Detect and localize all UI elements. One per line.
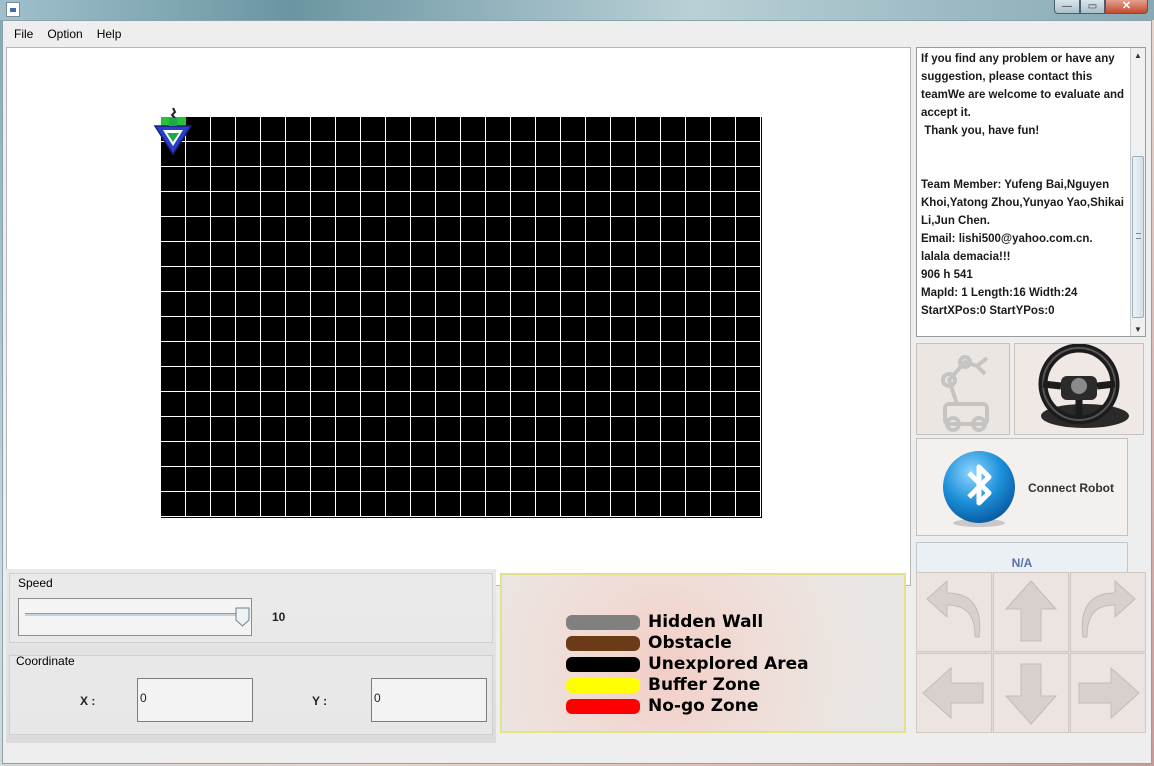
info-text: If you find any problem or have any sugg…	[921, 53, 1125, 317]
steering-wheel-icon	[1038, 343, 1129, 428]
robot-arm-button[interactable]	[916, 343, 1010, 435]
speed-slider-track	[25, 613, 241, 616]
turn-right-button[interactable]	[1070, 572, 1146, 652]
legend-item-hidden-wall	[566, 615, 640, 630]
left-button[interactable]	[916, 653, 992, 733]
robot-arm-icon	[941, 355, 989, 432]
speed-slider-thumb[interactable]	[235, 607, 250, 627]
legend-label: Buffer Zone	[648, 675, 761, 695]
coordinate-title: Coordinate	[16, 654, 75, 668]
legend-item-buffer-zone	[566, 678, 640, 693]
legend-label: No-go Zone	[648, 696, 759, 716]
java-app-icon	[6, 2, 20, 17]
minimize-button[interactable]: —	[1054, 0, 1080, 14]
steering-wheel-button[interactable]	[1014, 343, 1144, 435]
close-button[interactable]: ✕	[1105, 0, 1148, 14]
legend-label: Obstacle	[648, 633, 732, 653]
app-window: File Option Help If you find any problem…	[2, 20, 1152, 764]
legend-item-unexplored-area	[566, 657, 640, 672]
info-scrollbar[interactable]: ▲ ▼	[1130, 48, 1145, 336]
legend-swatch	[566, 615, 640, 630]
backward-button[interactable]	[993, 653, 1069, 733]
scroll-up-icon[interactable]: ▲	[1131, 48, 1145, 62]
legend-label: Hidden Wall	[648, 612, 764, 632]
legend-swatch	[566, 657, 640, 672]
legend-swatch	[566, 699, 640, 714]
x-coordinate-field[interactable]: 0	[137, 678, 253, 722]
speed-title: Speed	[18, 576, 53, 590]
legend-swatch	[566, 636, 640, 651]
y-coordinate-field[interactable]: 0	[371, 678, 487, 722]
speed-panel: Speed 10	[9, 573, 493, 643]
map-legend: Hidden Wall Obstacle Unexplored Area Buf…	[500, 573, 906, 733]
turn-right-arrow-icon	[1081, 579, 1136, 638]
bluetooth-icon	[943, 451, 1015, 527]
legend-item-obstacle	[566, 636, 640, 651]
connect-robot-button[interactable]: Connect Robot	[916, 438, 1128, 536]
legend-swatch	[566, 678, 640, 693]
speed-value: 10	[272, 610, 286, 624]
legend-label: Unexplored Area	[648, 654, 809, 674]
menu-option[interactable]: Option	[40, 27, 89, 41]
robot-icon	[153, 107, 193, 156]
down-arrow-icon	[1004, 663, 1058, 725]
menu-file[interactable]: File	[7, 27, 40, 41]
menu-bar: File Option Help	[3, 21, 1151, 46]
title-bar: — ▭ ✕	[0, 0, 1154, 20]
right-arrow-icon	[1078, 666, 1140, 720]
right-button[interactable]	[1070, 653, 1146, 733]
direction-pad	[916, 572, 1146, 733]
map-panel[interactable]	[6, 47, 911, 586]
maximize-button[interactable]: ▭	[1080, 0, 1105, 14]
window-controls: — ▭ ✕	[1054, 0, 1148, 14]
arena-grid[interactable]	[161, 117, 762, 518]
scroll-thumb[interactable]	[1132, 156, 1144, 318]
up-arrow-icon	[1004, 580, 1058, 642]
turn-left-arrow-icon	[926, 579, 981, 638]
scroll-down-icon[interactable]: ▼	[1131, 322, 1145, 336]
left-arrow-icon	[922, 666, 984, 720]
y-label: Y :	[312, 694, 328, 708]
speed-slider[interactable]	[18, 598, 252, 636]
connect-robot-label: Connect Robot	[1028, 481, 1114, 495]
legend-item-no-go-zone	[566, 699, 640, 714]
coordinate-panel: Coordinate X : 0 Y : 0	[9, 654, 493, 735]
forward-button[interactable]	[993, 572, 1069, 652]
info-text-area[interactable]: If you find any problem or have any sugg…	[916, 47, 1146, 337]
menu-help[interactable]: Help	[90, 27, 129, 41]
x-label: X :	[80, 694, 96, 708]
turn-left-button[interactable]	[916, 572, 992, 652]
